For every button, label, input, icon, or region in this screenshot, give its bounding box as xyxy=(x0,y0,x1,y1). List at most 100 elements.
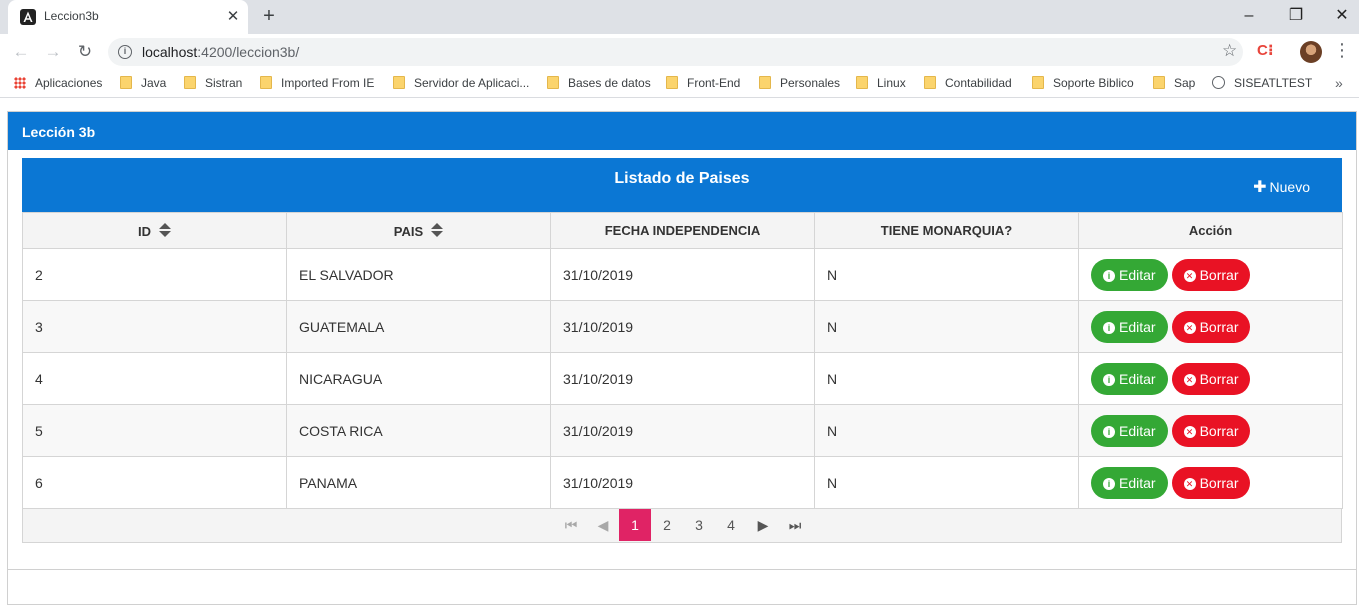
cell-pais: COSTA RICA xyxy=(286,404,551,457)
table-row: 2 EL SALVADOR 31/10/2019 N i Editar ✕ Borra… xyxy=(22,248,1343,301)
cell-fecha: 31/10/2019 xyxy=(550,248,815,301)
page: Lección 3b Listado de Paises ✚ Nuevo ID P… xyxy=(0,99,1359,608)
prev-page-icon[interactable]: ◀ xyxy=(587,509,619,541)
folder-icon xyxy=(547,76,559,89)
bookmark-contabilidad[interactable]: Contabilidad xyxy=(924,76,1012,92)
delete-button[interactable]: ✕ Borrar xyxy=(1171,362,1251,395)
bookmark-sap[interactable]: Sap xyxy=(1153,76,1195,92)
info-icon[interactable]: i xyxy=(118,45,132,59)
page-2[interactable]: 2 xyxy=(651,509,683,541)
edit-button[interactable]: i Editar xyxy=(1091,466,1168,499)
bookmark-front-end[interactable]: Front-End xyxy=(666,76,740,92)
sort-icon[interactable] xyxy=(431,222,444,239)
table-row: 4 NICARAGUA 31/10/2019 N i Editar ✕ Borrar xyxy=(22,352,1343,405)
bookmark-siseatltest[interactable]: SISEATLTEST xyxy=(1212,76,1312,92)
cell-id: 3 xyxy=(22,300,287,353)
info-icon: i xyxy=(1103,425,1115,438)
folder-icon xyxy=(184,76,196,89)
header-monarquia: TIENE MONARQUIA? xyxy=(814,212,1079,249)
bookmark-soporte-biblico[interactable]: Soporte Biblico xyxy=(1032,76,1134,92)
folder-icon xyxy=(1032,76,1044,89)
header-accion: Acción xyxy=(1078,212,1343,249)
table-title: Listado de Paises xyxy=(614,170,750,187)
back-icon[interactable]: ← xyxy=(9,41,33,63)
last-page-icon[interactable]: ⏭ xyxy=(779,509,811,541)
close-circle-icon: ✕ xyxy=(1183,269,1196,282)
edit-button[interactable]: i Editar xyxy=(1091,414,1168,447)
bookmark-java[interactable]: Java xyxy=(120,76,166,92)
info-icon: i xyxy=(1103,373,1115,386)
info-icon: i xyxy=(1103,477,1115,490)
cell-accion: i Editar ✕ Borrar xyxy=(1078,352,1343,405)
page-1[interactable]: 1 xyxy=(619,509,651,541)
close-tab-icon[interactable]: ✕ xyxy=(224,8,242,26)
delete-button[interactable]: ✕ Borrar xyxy=(1171,258,1251,291)
folder-icon xyxy=(260,76,272,89)
card-footer-divider xyxy=(8,569,1356,570)
card-title: Lección 3b xyxy=(8,112,1356,150)
edit-button[interactable]: i Editar xyxy=(1091,258,1168,291)
plus-icon: ✚ xyxy=(1253,179,1267,196)
cell-id: 5 xyxy=(22,404,287,457)
more-bookmarks-icon[interactable]: » xyxy=(1335,75,1343,91)
bookmark-personales[interactable]: Personales xyxy=(759,76,840,92)
angular-icon xyxy=(20,9,36,25)
close-circle-icon: ✕ xyxy=(1183,373,1196,386)
lesson-card: Lección 3b Listado de Paises ✚ Nuevo ID P… xyxy=(7,111,1357,605)
delete-button[interactable]: ✕ Borrar xyxy=(1171,414,1251,447)
edit-button[interactable]: i Editar xyxy=(1091,362,1168,395)
bookmark-servidor[interactable]: Servidor de Aplicaci... xyxy=(393,76,529,92)
cell-id: 2 xyxy=(22,248,287,301)
table-row: 5 COSTA RICA 31/10/2019 N i Editar ✕ Borrar xyxy=(22,404,1343,457)
bookmarks-bar: Aplicaciones Java Sistran Imported From … xyxy=(0,70,1359,98)
extension-icon[interactable]: C⁝ xyxy=(1257,41,1277,61)
cell-monarquia: N xyxy=(814,352,1079,405)
info-icon: i xyxy=(1103,269,1115,282)
url-text: localhost:4200/leccion3b/ xyxy=(142,44,300,60)
cell-id: 4 xyxy=(22,352,287,405)
sort-icon[interactable] xyxy=(159,222,171,239)
close-circle-icon: ✕ xyxy=(1183,321,1196,334)
page-4[interactable]: 4 xyxy=(715,509,747,541)
first-page-icon[interactable]: ⏮ xyxy=(555,509,587,541)
apps-grid-icon xyxy=(14,77,26,89)
page-3[interactable]: 3 xyxy=(683,509,715,541)
bookmark-sistran[interactable]: Sistran xyxy=(184,76,242,92)
data-table: ID PAIS FECHA INDEPENDENCIA TIENE MONARQ… xyxy=(22,212,1343,509)
cell-monarquia: N xyxy=(814,300,1079,353)
cell-fecha: 31/10/2019 xyxy=(550,352,815,405)
bookmark-star-icon[interactable]: ☆ xyxy=(1222,41,1237,61)
cell-pais: EL SALVADOR xyxy=(286,248,551,301)
restore-icon[interactable]: ❐ xyxy=(1280,4,1312,28)
delete-button[interactable]: ✕ Borrar xyxy=(1171,310,1251,343)
info-icon: i xyxy=(1103,321,1115,334)
bookmark-apps[interactable]: Aplicaciones xyxy=(14,76,102,92)
kebab-menu-icon[interactable]: ⋮ xyxy=(1332,40,1352,64)
table-row: 6 PANAMA 31/10/2019 N i Editar ✕ Borrar xyxy=(22,456,1343,509)
folder-icon xyxy=(924,76,936,89)
folder-icon xyxy=(120,76,132,89)
bookmark-imported[interactable]: Imported From IE xyxy=(260,76,374,92)
forward-icon[interactable]: → xyxy=(41,41,65,63)
folder-icon xyxy=(856,76,868,89)
delete-button[interactable]: ✕ Borrar xyxy=(1171,466,1251,499)
address-bar[interactable]: i localhost:4200/leccion3b/ ☆ xyxy=(108,38,1243,66)
new-tab-icon[interactable]: + xyxy=(258,6,280,28)
next-page-icon[interactable]: ▶ xyxy=(747,509,779,541)
cell-monarquia: N xyxy=(814,456,1079,509)
close-window-icon[interactable]: ✕ xyxy=(1326,4,1358,28)
cell-monarquia: N xyxy=(814,248,1079,301)
edit-button[interactable]: i Editar xyxy=(1091,310,1168,343)
minimize-icon[interactable]: – xyxy=(1233,4,1265,28)
close-circle-icon: ✕ xyxy=(1183,425,1196,438)
header-id[interactable]: ID xyxy=(22,212,287,249)
header-pais[interactable]: PAIS xyxy=(286,212,551,249)
bookmark-linux[interactable]: Linux xyxy=(856,76,906,92)
browser-tab[interactable]: Leccion3b ✕ xyxy=(8,0,248,34)
bookmark-bases-datos[interactable]: Bases de datos xyxy=(547,76,651,92)
avatar[interactable] xyxy=(1300,41,1322,63)
new-button[interactable]: ✚ Nuevo xyxy=(1253,177,1310,197)
header-fecha: FECHA INDEPENDENCIA xyxy=(550,212,815,249)
cell-fecha: 31/10/2019 xyxy=(550,300,815,353)
reload-icon[interactable]: ↻ xyxy=(73,41,97,63)
